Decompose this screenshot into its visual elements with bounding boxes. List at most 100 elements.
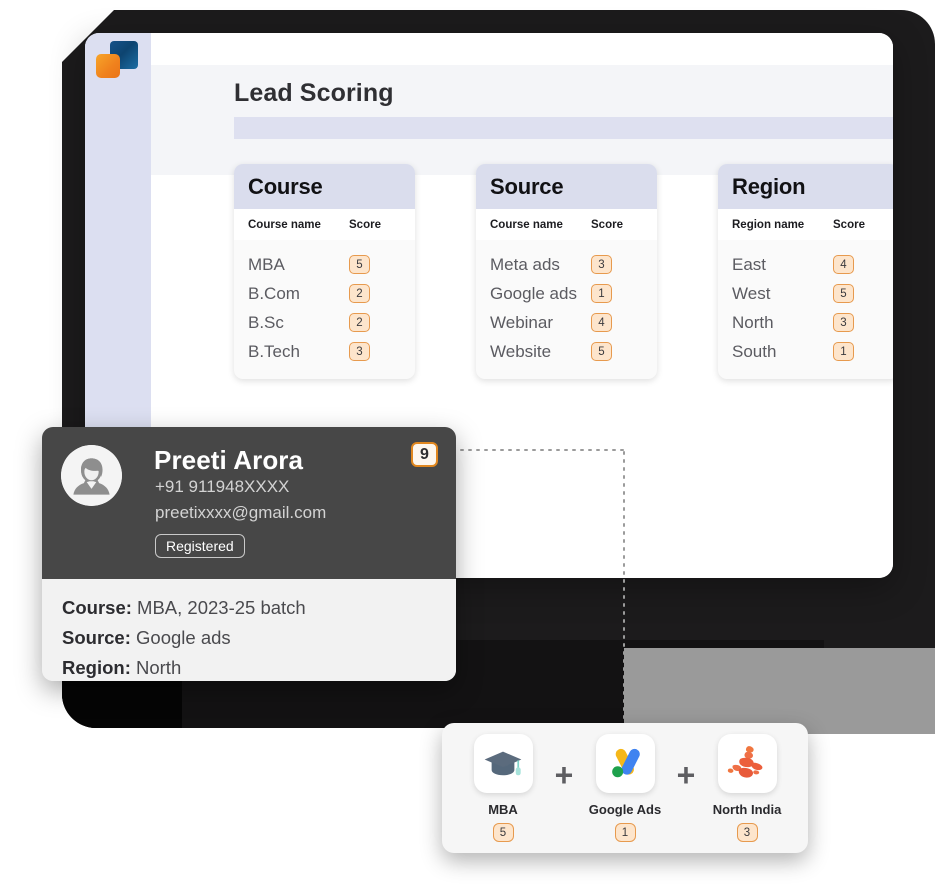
- connector-line-horizontal: [434, 449, 626, 451]
- formula-item-score: 5: [492, 823, 514, 843]
- detail-row-region: Region: North: [62, 653, 436, 681]
- table-row[interactable]: Website 5: [490, 337, 643, 366]
- column-header-row: Course name Score: [476, 209, 657, 240]
- table-row[interactable]: B.Tech 3: [248, 337, 401, 366]
- row-name: B.Com: [248, 283, 300, 303]
- score-badge: 2: [349, 284, 370, 304]
- detail-value: North: [136, 657, 182, 678]
- detail-value: Google ads: [136, 627, 231, 648]
- row-name: Website: [490, 341, 552, 361]
- grey-background-block: [624, 648, 935, 734]
- row-name: South: [732, 341, 777, 361]
- table-row[interactable]: East 4: [732, 250, 885, 279]
- card-header: Course: [234, 164, 415, 209]
- table-row[interactable]: Google ads 1: [490, 279, 643, 308]
- profile-phone: +91 911948XXXX: [155, 477, 290, 496]
- card-title: Region: [732, 173, 806, 199]
- north-india-map-icon: [717, 733, 777, 793]
- profile-card-details: Course: MBA, 2023-25 batch Source: Googl…: [42, 579, 456, 681]
- connector-line-vertical: [623, 449, 625, 725]
- card-rows: Meta ads 3 Google ads 1 Webinar 4 Websit…: [476, 240, 657, 366]
- score-card-region: Region Region name Score East 4 West 5 N…: [718, 164, 893, 379]
- profile-email: preetixxxx@gmail.com: [155, 503, 327, 522]
- score-card-course: Course Course name Score MBA 5 B.Com 2 B…: [234, 164, 415, 379]
- score-badge: 1: [833, 342, 854, 362]
- row-score: 1: [591, 284, 643, 304]
- card-title: Course: [248, 173, 323, 199]
- row-score: 5: [591, 342, 643, 362]
- google-ads-icon: [595, 733, 655, 793]
- score-badge: 2: [349, 313, 370, 333]
- table-row[interactable]: MBA 5: [248, 250, 401, 279]
- column-header-name: Course name: [490, 218, 563, 231]
- formula-item-score: 1: [614, 823, 636, 843]
- score-card-source: Source Course name Score Meta ads 3 Goog…: [476, 164, 657, 379]
- row-name: North: [732, 312, 774, 332]
- score-cards-row: Course Course name Score MBA 5 B.Com 2 B…: [234, 164, 893, 389]
- row-score: 4: [833, 255, 885, 275]
- card-header: Source: [476, 164, 657, 209]
- formula-item-label: Google Ads: [588, 801, 662, 817]
- row-score: 5: [349, 255, 401, 275]
- row-name: B.Sc: [248, 312, 284, 332]
- score-badge: 4: [833, 255, 854, 275]
- row-score: 3: [349, 342, 401, 362]
- formula-item-score: 3: [736, 823, 758, 843]
- row-score: 2: [349, 313, 401, 333]
- card-header: Region: [718, 164, 893, 209]
- score-badge: 5: [349, 255, 370, 275]
- formula-item-label: MBA: [488, 801, 518, 817]
- toolbar-placeholder-bar: [234, 117, 893, 139]
- score-formula-widget: MBA 5 + Google Ads 1 + North India 3: [442, 723, 808, 853]
- row-name: West: [732, 283, 771, 303]
- table-row[interactable]: West 5: [732, 279, 885, 308]
- graduation-cap-icon: [473, 733, 533, 793]
- logo-orange-square: [96, 54, 120, 78]
- formula-item-label: North India: [712, 801, 782, 817]
- lead-profile-card: Preeti Arora +91 911948XXXX preetixxxx@g…: [42, 427, 456, 681]
- row-score: 5: [833, 284, 885, 304]
- row-score: 3: [591, 255, 643, 275]
- total-score-badge: 9: [411, 442, 438, 467]
- row-name: East: [732, 254, 767, 274]
- row-score: 4: [591, 313, 643, 333]
- row-name: Webinar: [490, 312, 553, 332]
- detail-label: Course:: [62, 597, 132, 618]
- score-badge: 3: [591, 255, 612, 275]
- status-badge: Registered: [155, 534, 245, 558]
- profile-name: Preeti Arora: [154, 445, 304, 475]
- score-badge: 3: [833, 313, 854, 333]
- row-score: 2: [349, 284, 401, 304]
- plus-operator-icon-2: +: [676, 756, 696, 793]
- person-avatar-icon: [61, 445, 122, 506]
- card-rows: MBA 5 B.Com 2 B.Sc 2 B.Tech 3: [234, 240, 415, 366]
- table-row[interactable]: B.Com 2: [248, 279, 401, 308]
- detail-label: Source:: [62, 627, 131, 648]
- formula-item-north-india[interactable]: North India 3: [703, 733, 791, 843]
- score-badge: 5: [591, 342, 612, 362]
- row-name: Meta ads: [490, 254, 560, 274]
- formula-item-mba[interactable]: MBA 5: [459, 733, 547, 843]
- row-name: B.Tech: [248, 341, 300, 361]
- column-header-row: Course name Score: [234, 209, 415, 240]
- score-badge: 3: [349, 342, 370, 362]
- table-row[interactable]: Webinar 4: [490, 308, 643, 337]
- column-header-name: Region name: [732, 218, 805, 231]
- column-header-score: Score: [349, 218, 381, 231]
- table-row[interactable]: North 3: [732, 308, 885, 337]
- formula-item-google-ads[interactable]: Google Ads 1: [581, 733, 669, 843]
- card-rows: East 4 West 5 North 3 South 1: [718, 240, 893, 366]
- row-score: 1: [833, 342, 885, 362]
- detail-row-source: Source: Google ads: [62, 623, 436, 653]
- detail-label: Region:: [62, 657, 131, 678]
- detail-row-course: Course: MBA, 2023-25 batch: [62, 593, 436, 623]
- app-logo-icon[interactable]: [96, 41, 138, 79]
- row-score: 3: [833, 313, 885, 333]
- table-row[interactable]: South 1: [732, 337, 885, 366]
- table-row[interactable]: B.Sc 2: [248, 308, 401, 337]
- table-row[interactable]: Meta ads 3: [490, 250, 643, 279]
- page-title: Lead Scoring: [234, 79, 394, 107]
- column-header-score: Score: [591, 218, 623, 231]
- score-badge: 5: [833, 284, 854, 304]
- column-header-score: Score: [833, 218, 865, 231]
